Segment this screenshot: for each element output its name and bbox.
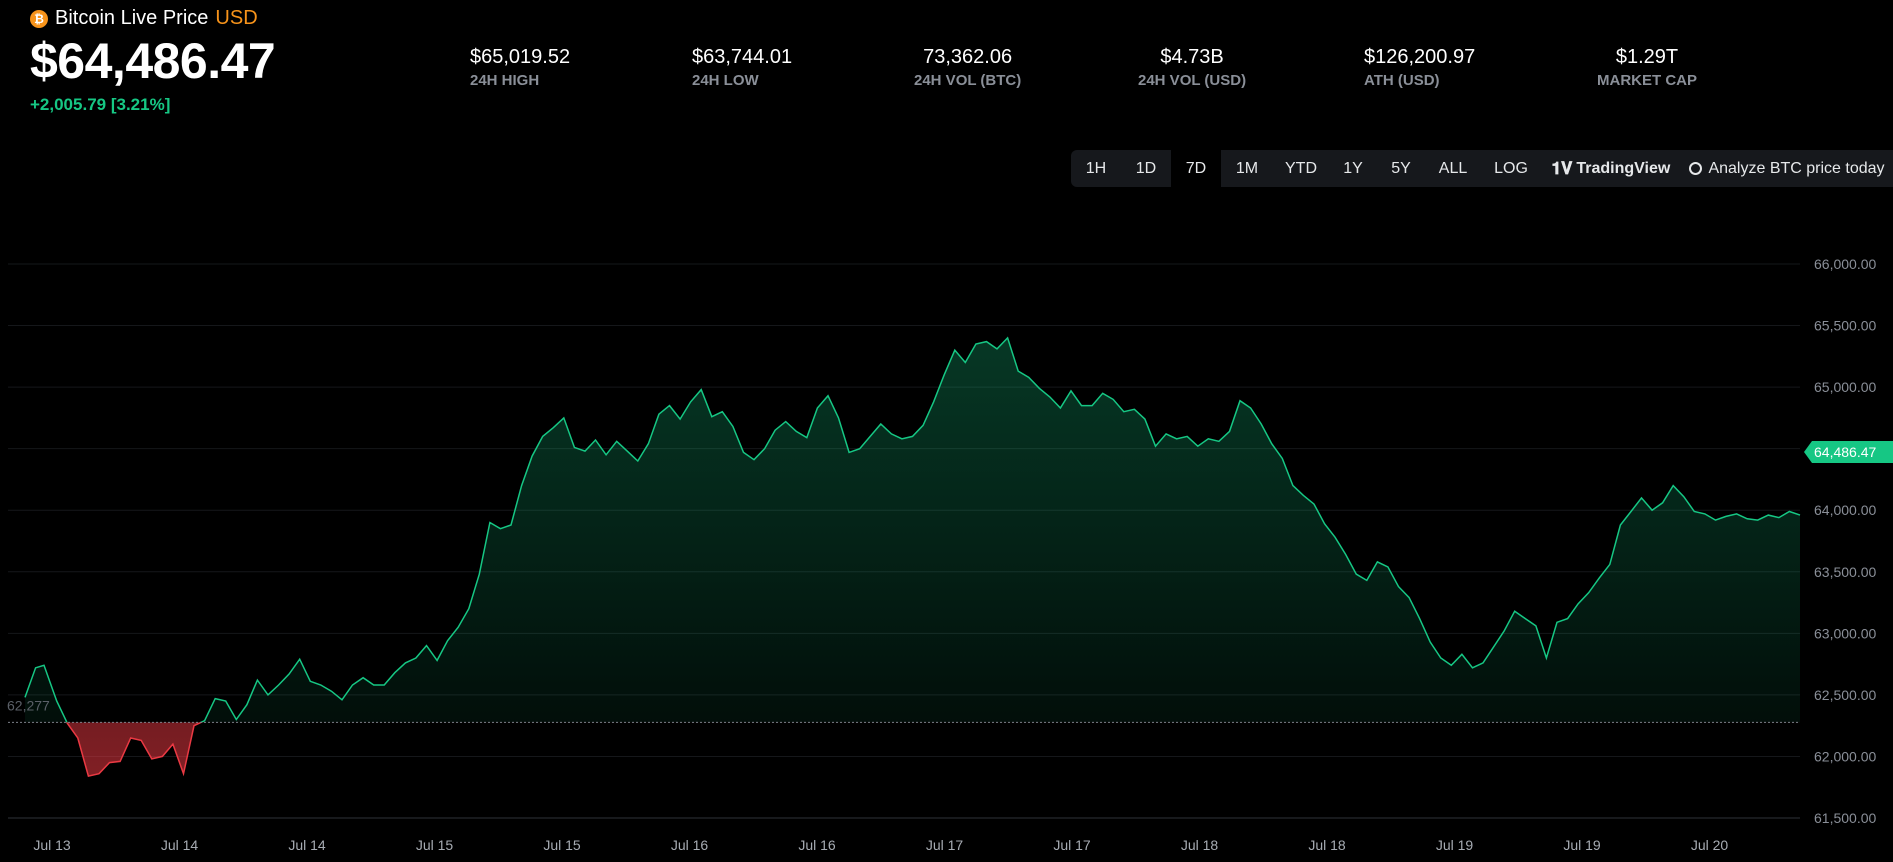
baseline-label: 62,277: [7, 697, 50, 713]
x-tick-label: Jul 17: [1053, 837, 1091, 853]
x-tick-label: Jul 15: [416, 837, 454, 853]
y-tick-label: 63,000.00: [1814, 625, 1876, 641]
price-chart[interactable]: 66,000.0065,500.0065,000.0064,500.0064,0…: [0, 0, 1893, 862]
x-tick-label: Jul 16: [798, 837, 836, 853]
x-tick-label: Jul 20: [1691, 837, 1729, 853]
y-tick-label: 64,000.00: [1814, 502, 1876, 518]
x-tick-label: Jul 16: [671, 837, 709, 853]
x-axis: Jul 13 Jul 14 Jul 14 Jul 15 Jul 15 Jul 16 Jul …: [33, 837, 1728, 853]
y-tick-label: 65,500.00: [1814, 318, 1876, 334]
y-tick-label: 66,000.00: [1814, 256, 1876, 272]
x-tick-label: Jul 13: [33, 837, 71, 853]
x-tick-label: Jul 18: [1308, 837, 1346, 853]
y-tick-label: 63,500.00: [1814, 564, 1876, 580]
y-axis: 66,000.0065,500.0065,000.0064,500.0064,0…: [1814, 256, 1876, 826]
x-tick-label: Jul 15: [543, 837, 581, 853]
y-tick-label: 61,500.00: [1814, 810, 1876, 826]
x-tick-label: Jul 19: [1563, 837, 1601, 853]
price-area-up: [25, 337, 1800, 723]
x-tick-label: Jul 17: [926, 837, 964, 853]
current-price-tag: 64,486.47: [1804, 441, 1893, 463]
x-tick-label: Jul 14: [288, 837, 326, 853]
x-tick-label: Jul 18: [1181, 837, 1219, 853]
x-tick-label: Jul 19: [1436, 837, 1474, 853]
y-tick-label: 65,000.00: [1814, 379, 1876, 395]
y-tick-label: 62,500.00: [1814, 687, 1876, 703]
current-price-label: 64,486.47: [1814, 444, 1876, 460]
y-tick-label: 62,000.00: [1814, 748, 1876, 764]
x-tick-label: Jul 14: [161, 837, 199, 853]
